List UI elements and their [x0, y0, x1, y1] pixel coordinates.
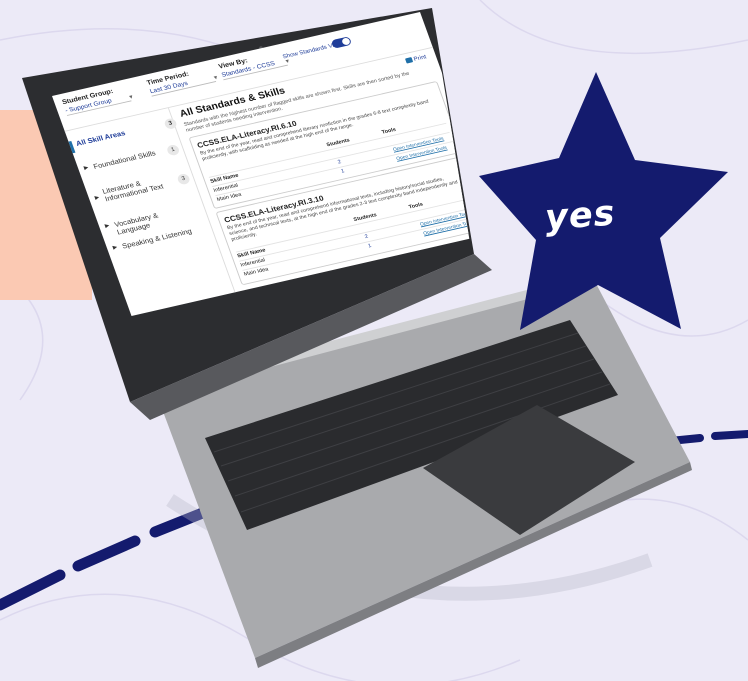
- star-shape: [479, 72, 728, 330]
- star-label: yes: [543, 193, 617, 239]
